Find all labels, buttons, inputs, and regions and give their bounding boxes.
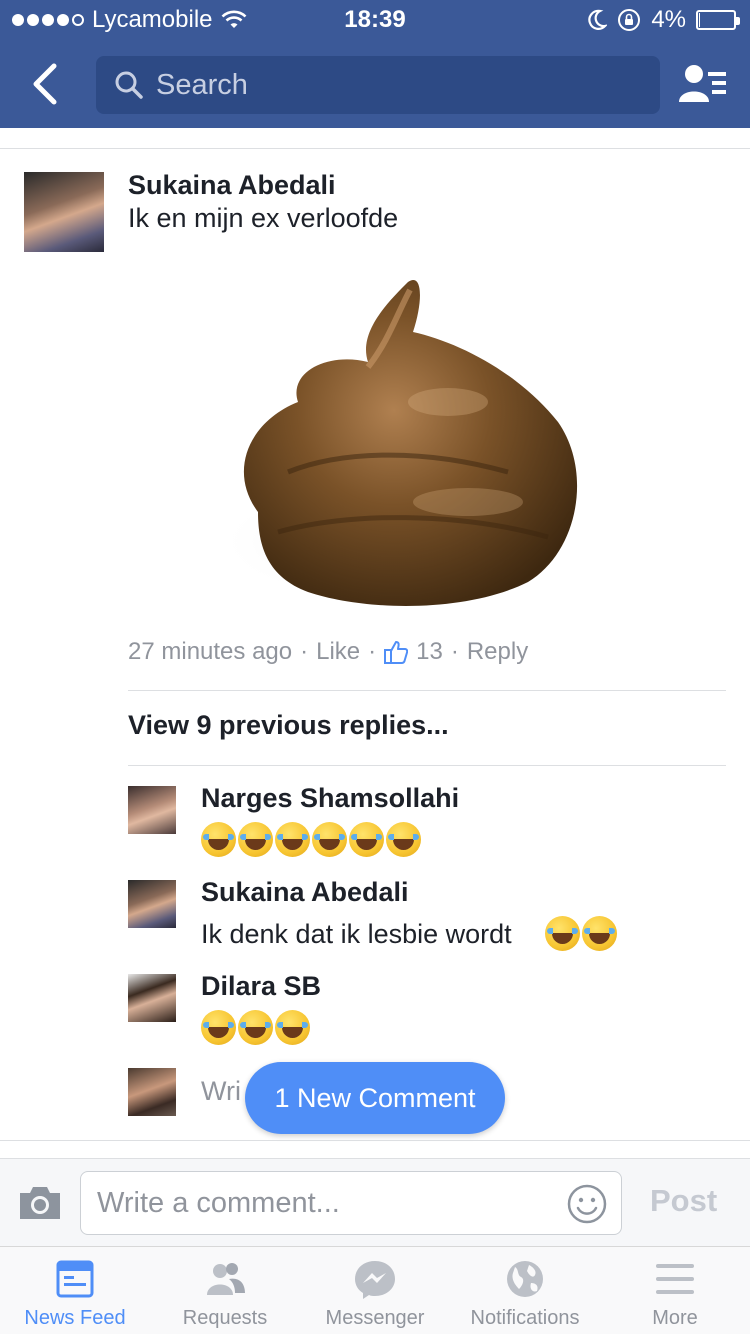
status-right: 4% — [587, 6, 740, 34]
news-feed-icon — [56, 1260, 94, 1298]
friend-list-icon[interactable] — [678, 62, 728, 106]
laughing-emoji-icon — [238, 822, 273, 857]
laughing-emoji-icon — [201, 822, 236, 857]
tab-more[interactable]: More — [600, 1247, 750, 1334]
reply-link[interactable]: Reply — [467, 638, 528, 666]
laughing-emoji-icon — [238, 1010, 273, 1045]
meta-separator: · — [450, 638, 459, 665]
laughing-emoji-icon — [386, 822, 421, 857]
tab-label: Messenger — [325, 1307, 425, 1329]
divider — [0, 1140, 750, 1141]
tab-label: Requests — [182, 1307, 268, 1329]
comment-field-wrapper — [80, 1171, 622, 1235]
tab-label: More — [652, 1307, 698, 1329]
laughing-emoji-icon — [275, 822, 310, 857]
divider — [0, 148, 750, 149]
reply-author[interactable]: Sukaina Abedali — [201, 877, 409, 908]
tab-bar: News Feed Requests Messenger Notificatio… — [0, 1246, 750, 1334]
comment-author[interactable]: Sukaina Abedali — [128, 170, 336, 201]
like-count[interactable]: 13 — [416, 638, 443, 666]
meta-separator: · — [300, 638, 309, 665]
laughing-emoji-icon — [349, 822, 384, 857]
post-button[interactable]: Post — [650, 1183, 717, 1219]
reply-author[interactable]: Narges Shamsollahi — [201, 783, 459, 814]
tab-label: News Feed — [24, 1307, 126, 1329]
comment-input[interactable] — [97, 1180, 557, 1226]
laughing-emoji-icon — [201, 1010, 236, 1045]
battery-icon — [696, 10, 740, 30]
menu-icon — [656, 1264, 694, 1294]
comment-meta: 27 minutes ago · Like · 13 · Reply — [128, 638, 528, 666]
laughing-emoji-icon — [312, 822, 347, 857]
moon-icon — [588, 9, 608, 30]
comment-text: Ik en mijn ex verloofde — [128, 203, 399, 233]
my-avatar — [128, 1068, 176, 1116]
tab-label: Notifications — [470, 1307, 580, 1329]
reply-emojis — [201, 822, 421, 857]
reply-avatar[interactable] — [128, 880, 176, 928]
tab-requests[interactable]: Requests — [150, 1247, 300, 1334]
tab-notifications[interactable]: Notifications — [450, 1247, 600, 1334]
camera-icon[interactable] — [18, 1185, 62, 1221]
tab-messenger[interactable]: Messenger — [300, 1247, 450, 1334]
write-reply-stub[interactable]: Wri — [201, 1076, 241, 1107]
avatar[interactable] — [24, 172, 104, 252]
search-placeholder: Search — [156, 68, 248, 101]
requests-icon — [207, 1263, 245, 1295]
meta-separator: · — [368, 638, 377, 665]
reply-emojis — [201, 1010, 310, 1045]
top-bar: Lycamobile 18:39 4% Search — [0, 0, 750, 128]
smiley-icon[interactable] — [567, 1184, 607, 1224]
battery-percent: 4% — [651, 6, 686, 33]
status-bar: Lycamobile 18:39 4% — [0, 0, 750, 40]
laughing-emoji-icon — [582, 916, 617, 951]
divider — [128, 690, 726, 691]
laughing-emoji-icon — [275, 1010, 310, 1045]
attached-image[interactable] — [218, 272, 590, 612]
divider — [128, 765, 726, 766]
reply-author[interactable]: Dilara SB — [201, 971, 321, 1002]
like-link[interactable]: Like — [316, 638, 360, 666]
view-previous-replies[interactable]: View 9 previous replies... — [128, 710, 449, 741]
reply-emojis — [545, 916, 617, 951]
tab-news-feed[interactable]: News Feed — [0, 1247, 150, 1334]
rotation-lock-icon — [618, 9, 641, 31]
thumbs-up-icon — [384, 641, 409, 664]
reply-avatar[interactable] — [128, 974, 176, 1022]
laughing-emoji-icon — [545, 916, 580, 951]
messenger-icon — [355, 1261, 395, 1299]
back-arrow-icon[interactable] — [28, 62, 68, 106]
comment-time: 27 minutes ago — [128, 638, 293, 665]
search-icon — [115, 71, 143, 99]
new-comment-pill[interactable]: 1 New Comment — [245, 1062, 505, 1134]
globe-icon — [507, 1261, 543, 1297]
search-input[interactable]: Search — [96, 56, 660, 114]
reply-text: Ik denk dat ik lesbie wordt — [201, 919, 512, 949]
comment-composer: Post — [0, 1158, 750, 1246]
reply-avatar[interactable] — [128, 786, 176, 834]
